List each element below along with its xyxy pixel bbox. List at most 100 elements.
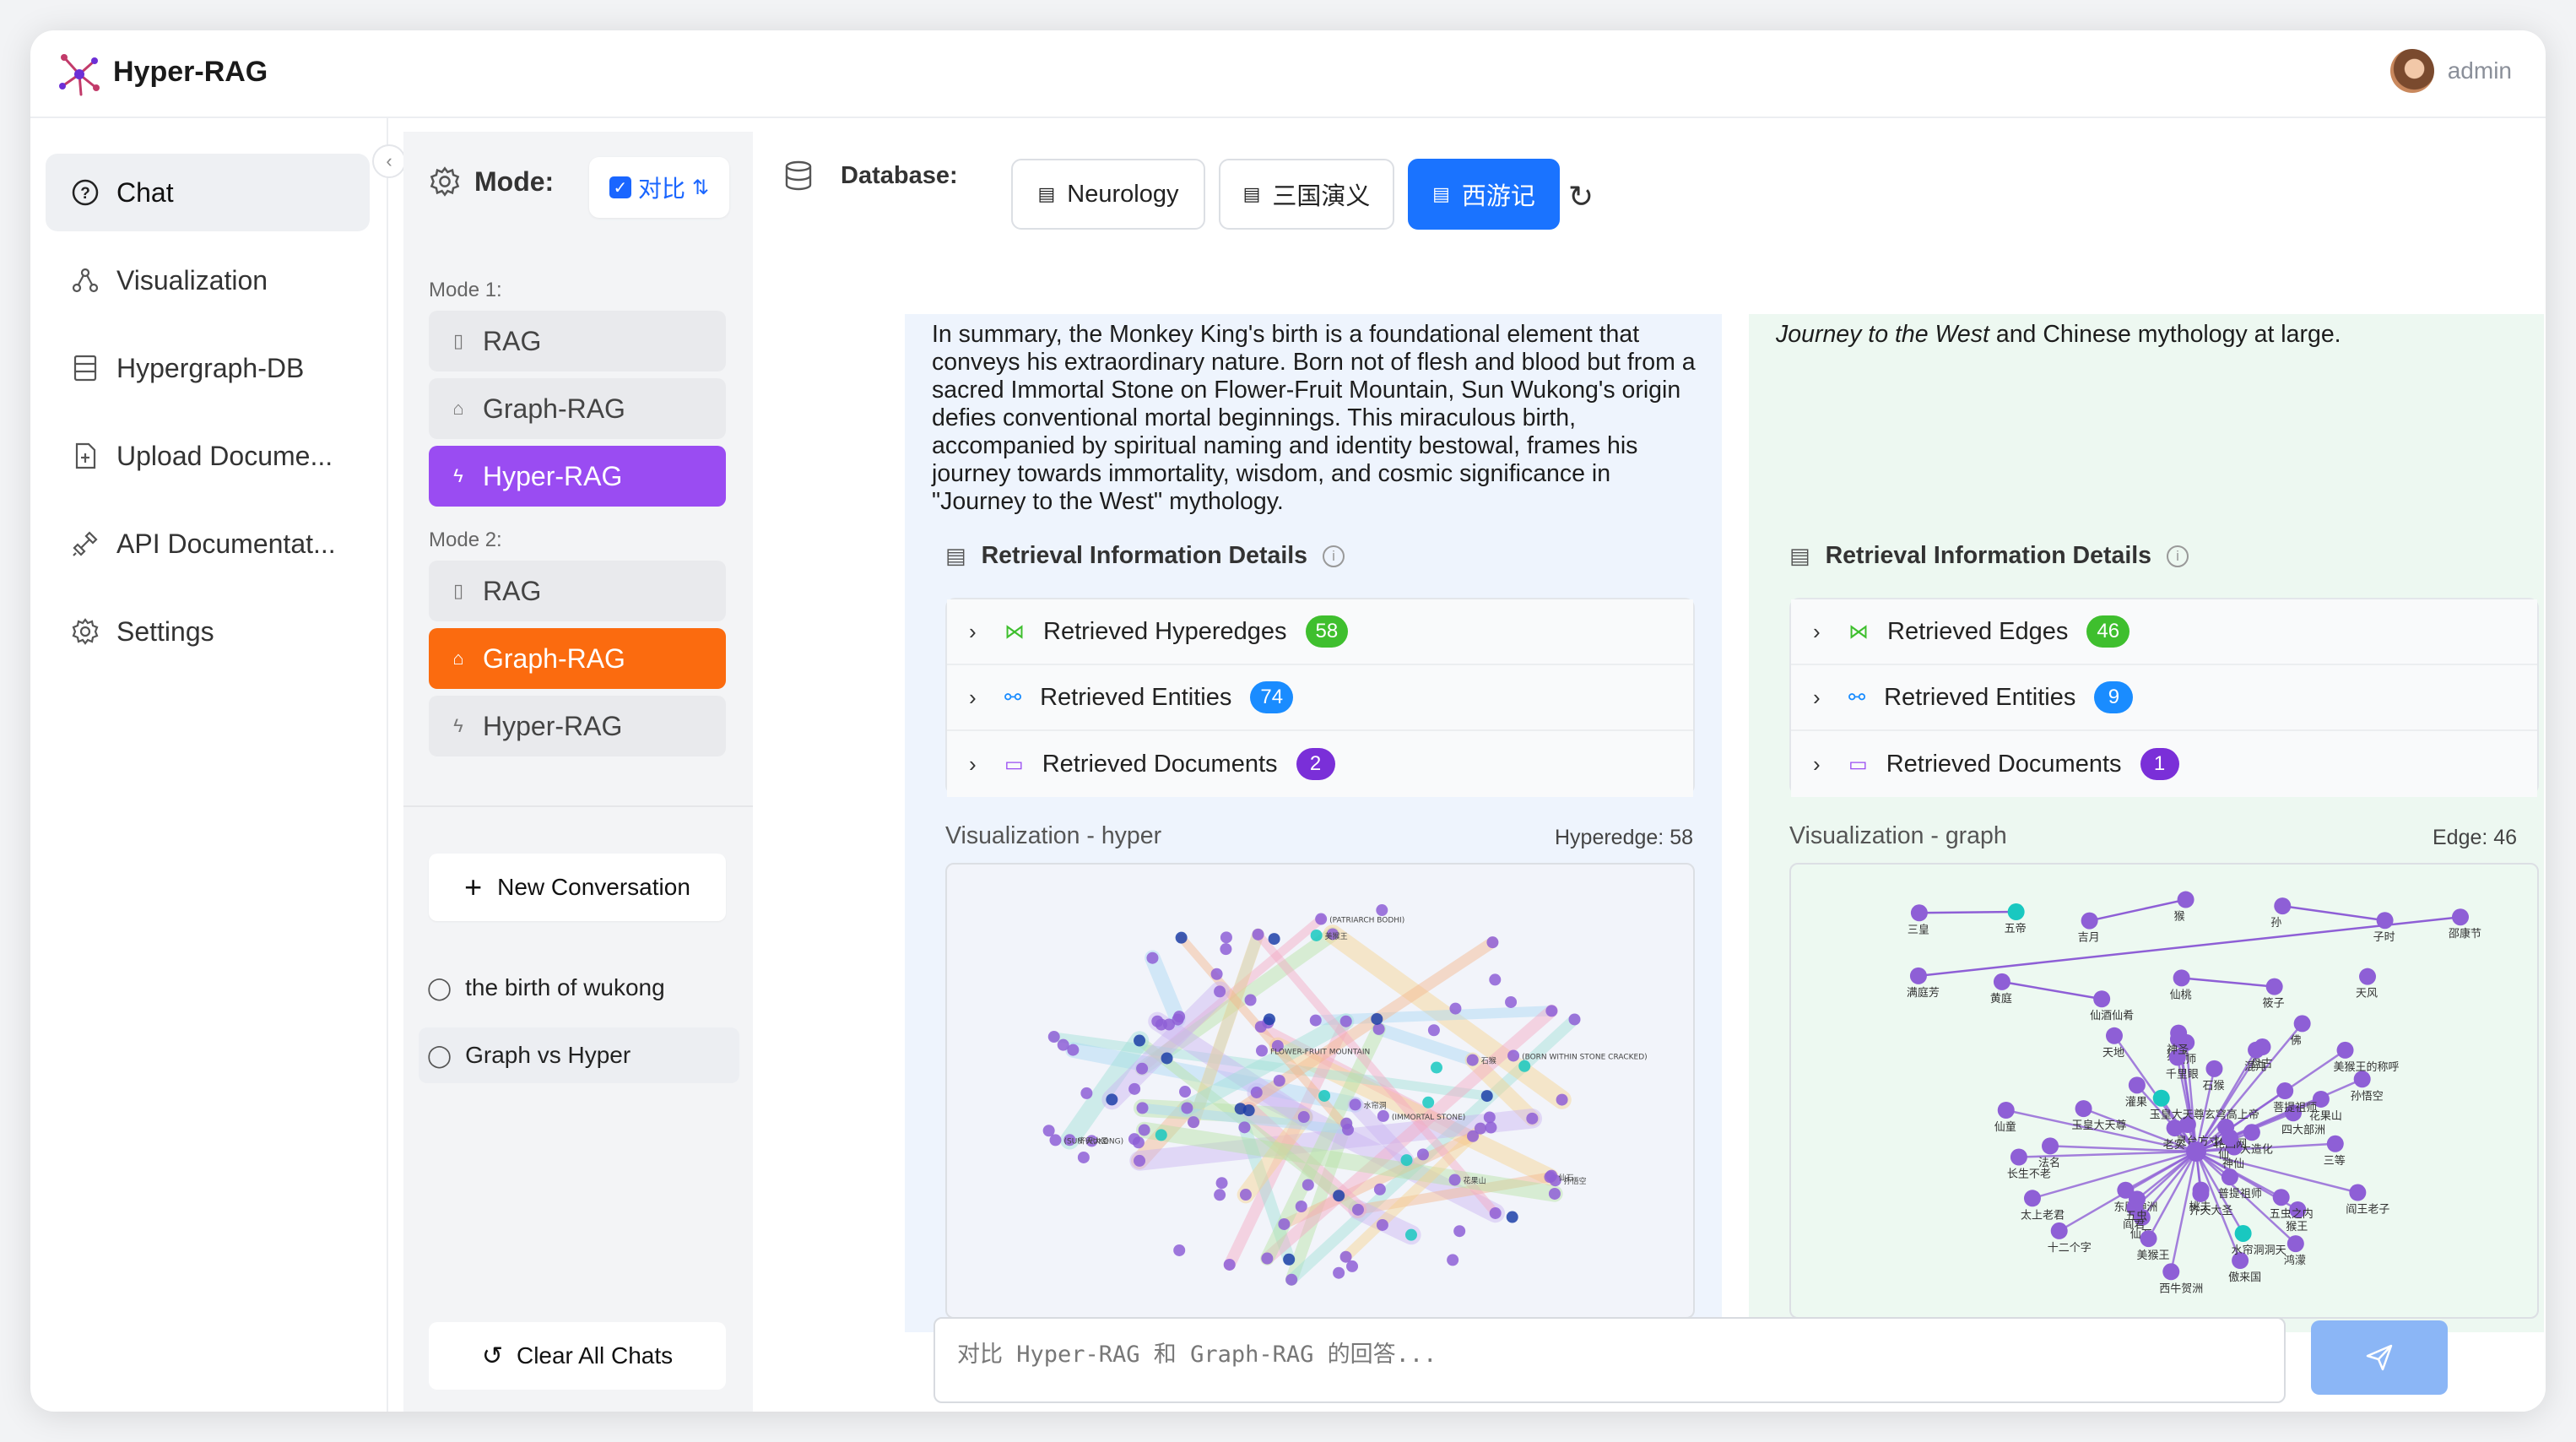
graph-node[interactable]	[1377, 1109, 1389, 1122]
graph-node[interactable]	[1526, 1112, 1539, 1125]
graph-node[interactable]	[1339, 1015, 1352, 1027]
graph-node[interactable]	[2010, 1148, 2027, 1166]
graph-node[interactable]	[1172, 1013, 1184, 1026]
graph-node[interactable]	[1155, 1129, 1167, 1141]
graph-node[interactable]	[1486, 936, 1499, 949]
graph-node[interactable]	[1507, 1049, 1520, 1062]
graph-node[interactable]	[1136, 1062, 1149, 1075]
graph-node[interactable]	[1333, 1266, 1345, 1279]
graph-node[interactable]	[1548, 1187, 1561, 1200]
database-option-sanguo[interactable]: ▤ 三国演义	[1219, 159, 1394, 230]
graph-node[interactable]	[1453, 1225, 1466, 1238]
graph-node[interactable]	[2359, 968, 2377, 985]
user-menu[interactable]: admin	[2389, 49, 2512, 93]
graph-node[interactable]	[1128, 1082, 1141, 1095]
graph-node[interactable]	[2234, 1224, 2252, 1242]
graph-node[interactable]	[2376, 912, 2394, 930]
graph-node[interactable]	[2221, 1129, 2238, 1147]
graph-node[interactable]	[2081, 912, 2098, 930]
graph-node[interactable]	[1179, 1086, 1192, 1098]
graph-node[interactable]	[1215, 1177, 1228, 1190]
graph-node[interactable]	[1136, 1102, 1149, 1114]
graph-node[interactable]	[1480, 1090, 1493, 1103]
graph-node[interactable]	[2128, 1190, 2146, 1208]
hypergraph-canvas[interactable]: 仙石花果山 孙悟空石猴美猴王齐天大圣水帘洞FLOWER-FRUIT MOUNTAI…	[947, 865, 1693, 1317]
graph-node[interactable]	[1146, 951, 1159, 964]
graph-node[interactable]	[1250, 1086, 1263, 1098]
graph-node[interactable]	[2265, 978, 2283, 995]
graph-node[interactable]	[1993, 973, 2010, 990]
graph-node[interactable]	[1310, 929, 1323, 941]
graph-node[interactable]	[1489, 973, 1502, 986]
graph-node[interactable]	[1238, 1121, 1251, 1134]
graph-node[interactable]	[1188, 1116, 1200, 1129]
graph-node[interactable]	[2326, 1135, 2344, 1152]
graph-node[interactable]	[1175, 931, 1188, 944]
graph-node[interactable]	[1181, 1102, 1193, 1114]
graph-node[interactable]	[1161, 1052, 1173, 1065]
graph-node[interactable]	[1318, 1089, 1331, 1102]
compare-toggle[interactable]: ✓ 对比 ⇅	[589, 157, 729, 218]
retrieved-entities-row[interactable]: › ⚯ Retrieved Entities 74	[947, 665, 1693, 731]
graph-node[interactable]	[2042, 1137, 2059, 1155]
graph-node[interactable]	[2050, 1222, 2068, 1239]
graph-node[interactable]	[1042, 1125, 1055, 1137]
graph-node[interactable]	[1273, 1075, 1285, 1087]
graph-node[interactable]	[1404, 1228, 1417, 1241]
mode2-graph-rag-button[interactable]: ⌂ Graph-RAG	[429, 628, 726, 689]
graph-node[interactable]	[1371, 1012, 1383, 1025]
graph-node[interactable]	[2152, 1089, 2170, 1107]
graph-node[interactable]	[1448, 1174, 1461, 1186]
graph-visualization[interactable]: 三皇 五帝 吉月猴孙子时 邵康节 满庭芳 黄庭 仙酒仙肴 仙桃 筱子 天风 孙悟空 十二个字 四大部洲法…	[1789, 863, 2539, 1319]
graph-node[interactable]	[1506, 1211, 1518, 1223]
graph-node[interactable]	[1909, 967, 1927, 984]
retrieved-documents-row[interactable]: › ▭ Retrieved Documents 1	[1791, 731, 2537, 797]
graph-node[interactable]	[1242, 1104, 1255, 1117]
graph-node[interactable]	[2162, 1263, 2180, 1281]
retrieved-documents-row[interactable]: › ▭ Retrieved Documents 2	[947, 731, 1693, 797]
graph-node[interactable]	[1351, 1203, 1364, 1216]
graph-node[interactable]	[2274, 897, 2292, 915]
graph-node[interactable]	[1422, 1096, 1435, 1109]
graph-node[interactable]	[2243, 1124, 2260, 1141]
retrieved-hyperedges-row[interactable]: › ⋈ Retrieved Hyperedges 58	[947, 599, 1693, 665]
sidebar-item-upload-documents[interactable]: Upload Docume...	[46, 417, 370, 495]
graph-node[interactable]	[1138, 1124, 1150, 1136]
graph-node[interactable]	[1239, 1189, 1252, 1201]
collapse-sidebar-button[interactable]: ‹	[372, 144, 406, 178]
graph-node[interactable]	[2276, 1082, 2294, 1100]
info-icon[interactable]: i	[1323, 545, 1345, 567]
graph-node[interactable]	[1214, 985, 1226, 998]
sidebar-item-chat[interactable]: ? Chat	[46, 154, 370, 231]
graph-node[interactable]	[1263, 1013, 1275, 1026]
graph-node[interactable]	[1466, 1054, 1479, 1066]
mode1-graph-rag-button[interactable]: ⌂ Graph-RAG	[429, 378, 726, 439]
graph-node[interactable]	[1910, 904, 1928, 922]
graph-node[interactable]	[2140, 1230, 2157, 1248]
sidebar-item-api-documentation[interactable]: API Documentat...	[46, 505, 370, 583]
graph-hub-node[interactable]	[2186, 1141, 2206, 1162]
graph-node[interactable]	[1295, 1201, 1307, 1213]
graph-canvas[interactable]: 三皇 五帝吉月猴孙子时 邵康节满庭芳 黄庭仙酒仙肴仙桃筱子天风孙悟空十二个字四大部洲法…	[1791, 865, 2537, 1317]
graph-node[interactable]	[1057, 1038, 1069, 1051]
graph-node[interactable]	[1474, 1122, 1486, 1135]
graph-node[interactable]	[2192, 1184, 2210, 1202]
graph-node[interactable]	[1447, 1254, 1459, 1266]
graph-node[interactable]	[1372, 1022, 1385, 1035]
graph-node[interactable]	[1485, 1121, 1497, 1134]
graph-node[interactable]	[1349, 1098, 1361, 1111]
graph-node[interactable]	[1278, 1217, 1291, 1230]
graph-node[interactable]	[1268, 933, 1280, 946]
graph-node[interactable]	[2093, 990, 2111, 1008]
mode1-rag-button[interactable]: ▯ RAG	[429, 311, 726, 371]
graph-node[interactable]	[1261, 1252, 1274, 1265]
graph-node[interactable]	[1220, 943, 1232, 956]
graph-node[interactable]	[1244, 994, 1257, 1006]
graph-node[interactable]	[1376, 1218, 1388, 1231]
graph-node[interactable]	[2272, 1189, 2290, 1206]
mode2-rag-button[interactable]: ▯ RAG	[429, 561, 726, 621]
graph-node[interactable]	[2349, 1184, 2367, 1201]
graph-node[interactable]	[1568, 1013, 1581, 1026]
graph-node[interactable]	[1047, 1031, 1060, 1044]
graph-node[interactable]	[2452, 908, 2470, 926]
